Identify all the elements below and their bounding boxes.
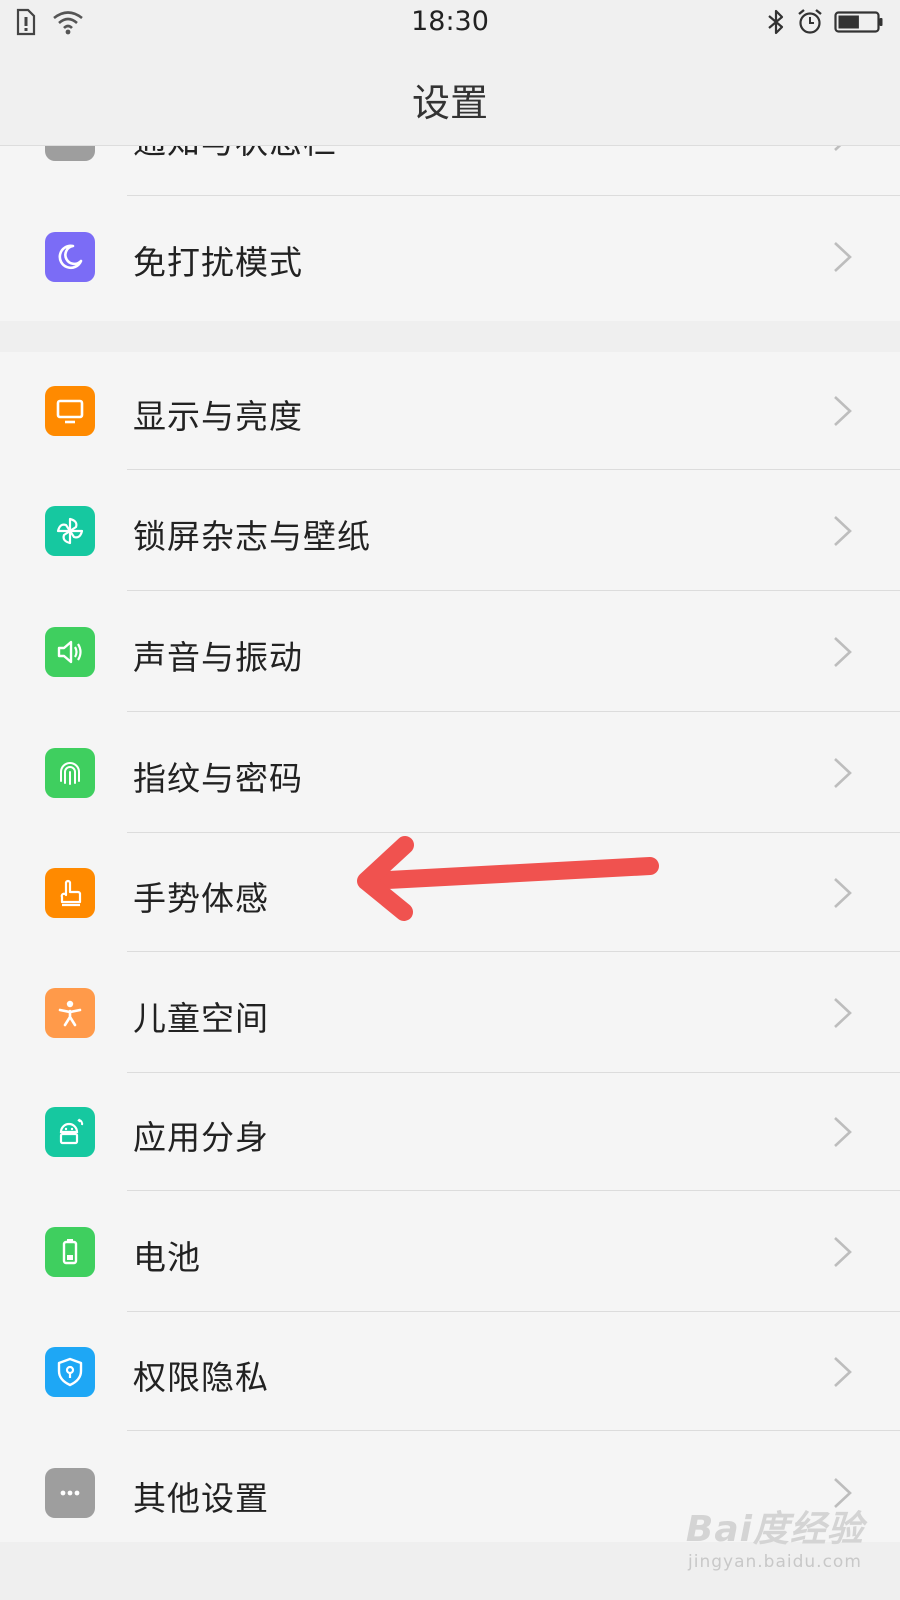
settings-row-label: 权限隐私 [133,1358,269,1397]
settings-row-label: 其他设置 [133,1479,269,1518]
speaker-icon [45,627,95,677]
settings-row-gestures[interactable]: 手势体感 [0,833,900,952]
moon-icon [45,232,95,282]
chevron-right-icon [834,146,842,151]
settings-row-battery[interactable]: 电池 [0,1191,900,1312]
settings-row-label: 电池 [133,1238,201,1277]
row-divider [127,195,900,196]
chevron-right-icon [834,242,852,272]
settings-row-label: 通知与状态栏 [133,146,337,163]
chevron-right-icon [834,998,852,1028]
settings-row-label: 应用分身 [133,1118,269,1157]
chevron-right-icon [834,758,852,788]
settings-screen: 18:30 设置 通知与状态栏 [0,0,900,1600]
status-bar-right [766,8,884,40]
chevron-right-icon [834,396,852,426]
chevron-right-icon [834,878,852,908]
child-icon [45,988,95,1038]
watermark-logo: Bai度经验 [685,1509,864,1550]
bluetooth-icon [766,8,786,40]
shield-icon [45,1347,95,1397]
title-bar: 设置 [0,46,900,146]
more-dots-icon [45,1468,95,1518]
settings-row-label: 手势体感 [133,879,269,918]
alarm-clock-icon [796,8,824,40]
settings-group-top: 通知与状态栏 免打扰模式 [0,146,900,321]
android-clone-icon [45,1107,95,1157]
chevron-right-icon [834,1237,852,1267]
settings-row-do-not-disturb[interactable]: 免打扰模式 [0,197,900,317]
watermark: Bai度经验 jingyan.baidu.com [686,1500,864,1572]
settings-group-main: 显示与亮度 锁屏杂志与壁纸 声音与振动 指纹与密码 手势体感 儿童空间 应用分身… [0,352,900,1542]
chevron-right-icon [834,516,852,546]
watermark-url: jingyan.baidu.com [688,1552,862,1572]
notification-icon [45,146,95,161]
settings-row-display[interactable]: 显示与亮度 [0,352,900,470]
settings-row-label: 声音与振动 [133,638,303,677]
status-bar: 18:30 [0,0,900,46]
settings-row-notifications[interactable]: 通知与状态栏 [0,146,900,196]
chevron-right-icon [834,637,852,667]
settings-row-fingerprint[interactable]: 指纹与密码 [0,712,900,833]
settings-row-label: 儿童空间 [133,999,269,1038]
settings-row-label: 指纹与密码 [133,759,303,798]
settings-row-lockscreen[interactable]: 锁屏杂志与壁纸 [0,470,900,591]
settings-row-sound[interactable]: 声音与振动 [0,591,900,712]
settings-list[interactable]: 通知与状态栏 免打扰模式 显示与亮度 [0,146,900,1600]
status-time: 18:30 [411,6,489,37]
page-title: 设置 [411,81,488,125]
settings-row-label: 免打扰模式 [133,243,303,282]
settings-row-label: 锁屏杂志与壁纸 [133,517,371,556]
chevron-right-icon [834,1357,852,1387]
pinwheel-icon [45,506,95,556]
monitor-icon [45,386,95,436]
fingerprint-icon [45,748,95,798]
battery-app-icon [45,1227,95,1277]
chevron-right-icon [834,1117,852,1147]
settings-row-privacy[interactable]: 权限隐私 [0,1312,900,1431]
settings-row-kids-space[interactable]: 儿童空间 [0,952,900,1073]
settings-row-label: 显示与亮度 [133,397,303,436]
settings-row-app-clone[interactable]: 应用分身 [0,1073,900,1191]
battery-icon [834,10,884,38]
hand-pointer-icon [45,868,95,918]
